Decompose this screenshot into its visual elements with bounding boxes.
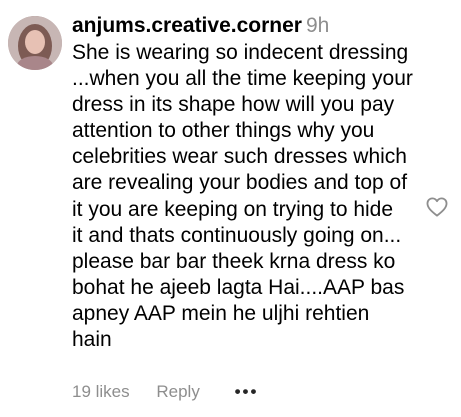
comment-text-line: attention to other things why you bbox=[72, 119, 375, 143]
comment-body: anjums.creative.corner 9h She is wearing … bbox=[72, 12, 422, 353]
avatar[interactable] bbox=[8, 16, 62, 70]
timestamp[interactable]: 9h bbox=[306, 14, 329, 37]
comment-text-line: apney AAP mein he uljhi rehtien bbox=[72, 301, 370, 325]
username[interactable]: anjums.creative.corner bbox=[72, 14, 302, 37]
comment-text: She is wearing so indecent dressing ...w… bbox=[72, 40, 422, 353]
comment-text-line: hain bbox=[72, 328, 112, 352]
comment-text-line: are revealing your bodies and top of bbox=[72, 171, 408, 195]
more-options-icon[interactable]: ••• bbox=[235, 380, 259, 404]
comment-text-line: it and thats continuously going on... bbox=[72, 223, 402, 247]
heart-outline-icon bbox=[426, 197, 448, 217]
comment-text-line: bohat he ajeeb lagta Hai....AAP bas bbox=[72, 275, 405, 299]
likes-count[interactable]: 19 likes bbox=[72, 380, 130, 404]
comment-text-line: dress in its shape how will you pay bbox=[72, 93, 395, 117]
comment-header: anjums.creative.corner 9h bbox=[72, 12, 422, 40]
like-button[interactable] bbox=[426, 197, 448, 217]
avatar-image bbox=[8, 16, 62, 70]
comment-text-line: She is wearing so indecent dressing bbox=[72, 41, 409, 64]
comment-text-line: it you are keeping on trying to hide bbox=[72, 197, 394, 221]
comment-text-line: please bar bar theek krna dress ko bbox=[72, 249, 396, 273]
comment-actions: 19 likes Reply ••• bbox=[72, 380, 258, 404]
comment-text-line: celebrities wear such dresses which bbox=[72, 145, 407, 169]
reply-button[interactable]: Reply bbox=[156, 380, 199, 404]
comment: anjums.creative.corner 9h She is wearing … bbox=[0, 0, 461, 417]
comment-text-line: ...when you all the time keeping your bbox=[72, 67, 413, 91]
